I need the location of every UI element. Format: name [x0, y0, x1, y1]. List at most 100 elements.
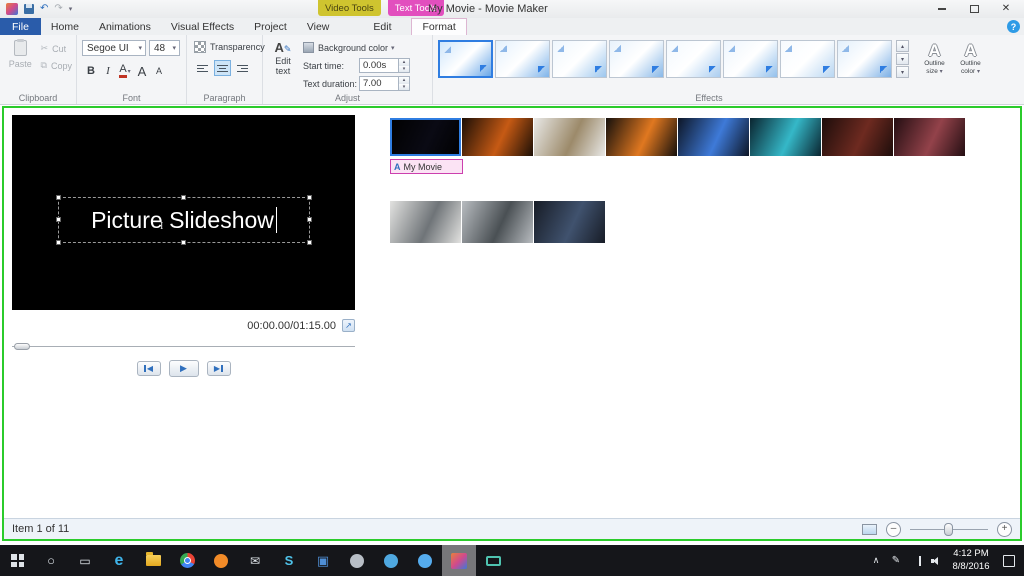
maximize-button[interactable]	[958, 0, 990, 17]
firefox-icon-button[interactable]	[204, 545, 238, 576]
resize-handle[interactable]	[56, 217, 61, 222]
tab-view[interactable]: View	[297, 18, 340, 35]
resize-handle[interactable]	[181, 240, 186, 245]
undo-icon[interactable]: ↶	[40, 4, 48, 14]
align-left-button[interactable]	[194, 60, 211, 76]
resize-handle[interactable]	[56, 240, 61, 245]
help-button[interactable]: ?	[1007, 20, 1020, 33]
effect-thumb-5[interactable]	[666, 40, 721, 78]
screen-share-icon-button[interactable]	[476, 545, 510, 576]
storyboard-clip[interactable]	[534, 201, 605, 243]
storyboard-clip[interactable]	[534, 118, 605, 156]
tab-project[interactable]: Project	[244, 18, 297, 35]
effect-thumb-2[interactable]	[495, 40, 550, 78]
preview-pane[interactable]: Picture Slideshow I	[12, 115, 355, 310]
task-view-icon-button[interactable]: ▭	[68, 545, 102, 576]
outline-size-button[interactable]: A Outline size ▾	[918, 40, 951, 92]
network-icon-button[interactable]	[907, 545, 925, 576]
text-duration-spinner[interactable]: ▴ ▾	[399, 76, 410, 91]
shrink-font-button[interactable]: A	[152, 63, 166, 79]
gallery-scroll-up-button[interactable]: ▴	[896, 40, 909, 52]
edge-icon-button[interactable]: e	[102, 545, 136, 576]
movie-maker-icon-button[interactable]	[442, 545, 476, 576]
effect-thumb-6[interactable]	[723, 40, 778, 78]
resize-handle[interactable]	[307, 217, 312, 222]
mail-icon-button[interactable]: ✉	[238, 545, 272, 576]
gallery-more-button[interactable]: ▾	[896, 66, 909, 78]
copy-button[interactable]: ⧉ Copy	[41, 60, 72, 71]
zoom-in-button[interactable]: +	[997, 521, 1012, 537]
edit-text-button[interactable]: A✎ Edit text	[268, 39, 298, 92]
resize-handle[interactable]	[56, 195, 61, 200]
tab-edit[interactable]: Edit	[363, 18, 401, 35]
outline-color-button[interactable]: A Outline color ▾	[954, 40, 987, 92]
steam-icon-button[interactable]	[340, 545, 374, 576]
text-duration-input[interactable]: 7.00	[359, 76, 399, 91]
resize-handle[interactable]	[307, 195, 312, 200]
tab-visual-effects[interactable]: Visual Effects	[161, 18, 244, 35]
title-textbox[interactable]: Picture Slideshow	[56, 195, 312, 245]
file-tab[interactable]: File	[0, 18, 41, 35]
start-time-spinner[interactable]: ▴ ▾	[399, 58, 410, 73]
storyboard-clip[interactable]	[750, 118, 821, 156]
effect-thumb-3[interactable]	[552, 40, 607, 78]
app-blue-icon-button[interactable]: ▣	[306, 545, 340, 576]
start-time-input[interactable]: 0.00s	[359, 58, 399, 73]
redo-icon[interactable]: ↷	[54, 4, 62, 14]
font-color-button[interactable]: A ▾	[118, 63, 132, 79]
resize-handle[interactable]	[307, 240, 312, 245]
action-center-button[interactable]	[997, 545, 1021, 576]
skype-icon-button[interactable]: S	[272, 545, 306, 576]
spinner-down-icon[interactable]: ▾	[399, 83, 409, 90]
chrome-icon-button[interactable]	[170, 545, 204, 576]
messaging-app-icon-button[interactable]	[374, 545, 408, 576]
pen-icon-button[interactable]: ✎	[887, 545, 905, 576]
effect-thumb-4[interactable]	[609, 40, 664, 78]
minimize-button[interactable]	[926, 0, 958, 17]
seek-handle[interactable]	[14, 343, 30, 350]
spinner-down-icon[interactable]: ▾	[399, 65, 409, 72]
fullscreen-button[interactable]: ↗	[342, 319, 355, 332]
close-button[interactable]: ✕	[990, 0, 1022, 17]
cut-button[interactable]: ✂ Cut	[41, 43, 72, 54]
qat-dropdown-icon[interactable]: ▾	[69, 6, 73, 13]
italic-button[interactable]: I	[101, 63, 115, 79]
resize-handle[interactable]	[181, 195, 186, 200]
seek-bar[interactable]	[12, 342, 355, 352]
storyboard-clip[interactable]	[678, 118, 749, 156]
zoom-slider-handle[interactable]	[944, 522, 953, 536]
storyboard-clip[interactable]	[606, 118, 677, 156]
clip-label[interactable]: A My Movie	[390, 159, 463, 174]
gallery-scroll-down-button[interactable]: ▾	[896, 53, 909, 65]
thumbnail-size-icon[interactable]	[862, 523, 877, 535]
tab-animations[interactable]: Animations	[89, 18, 161, 35]
next-frame-button[interactable]: ▶	[206, 361, 231, 376]
save-icon[interactable]	[24, 4, 34, 14]
grow-font-button[interactable]: A	[135, 63, 149, 79]
effect-thumb-1[interactable]	[438, 40, 493, 78]
align-right-button[interactable]	[234, 60, 251, 76]
bold-button[interactable]: B	[84, 63, 98, 79]
font-size-combobox[interactable]: 48 ▾	[149, 40, 180, 56]
paste-button[interactable]: Paste	[7, 39, 34, 92]
start-icon-button[interactable]	[0, 545, 34, 576]
storyboard-clip[interactable]	[822, 118, 893, 156]
volume-icon-button[interactable]	[927, 545, 945, 576]
storyboard-clip[interactable]	[390, 201, 461, 243]
file-explorer-icon-button[interactable]	[136, 545, 170, 576]
effect-thumb-7[interactable]	[780, 40, 835, 78]
effect-thumb-8[interactable]	[837, 40, 892, 78]
tab-home[interactable]: Home	[41, 18, 89, 35]
twitter-icon-button[interactable]	[408, 545, 442, 576]
play-button[interactable]: ▶	[168, 360, 199, 377]
tab-format[interactable]: Format	[411, 18, 467, 35]
contextual-tab-video-tools[interactable]: Video Tools	[318, 0, 381, 16]
zoom-slider[interactable]	[910, 522, 988, 537]
transparency-button[interactable]: Transparency	[194, 41, 265, 53]
previous-frame-button[interactable]: ◀	[136, 361, 161, 376]
background-color-button[interactable]: Background color ▾	[303, 40, 410, 55]
font-family-combobox[interactable]: Segoe UI ▾	[82, 40, 146, 56]
taskbar-clock[interactable]: 4:12 PM 8/8/2016	[945, 548, 997, 573]
zoom-out-button[interactable]: –	[886, 521, 901, 537]
tray-expand-icon-button[interactable]: ∧	[867, 545, 885, 576]
